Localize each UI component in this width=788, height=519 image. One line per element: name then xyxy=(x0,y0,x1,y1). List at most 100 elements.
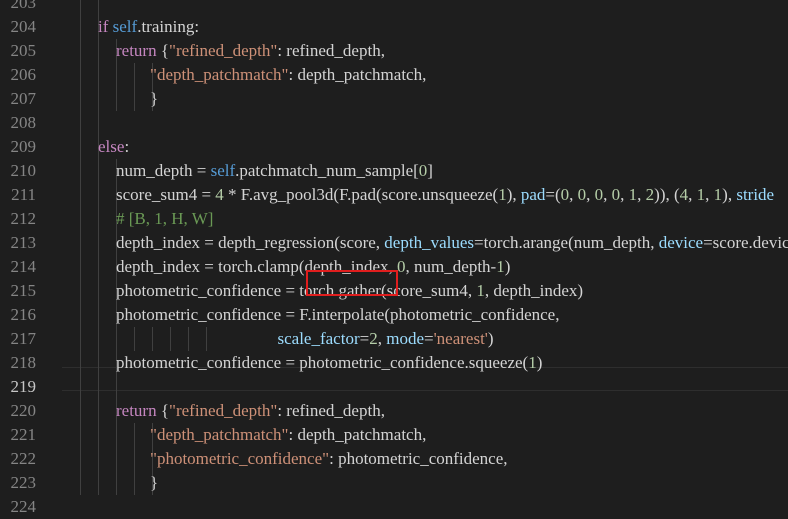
code-token: ) xyxy=(536,353,543,372)
code-token: 1 xyxy=(696,185,706,204)
code-line[interactable]: 220 return {"refined_depth": refined_dept… xyxy=(0,399,788,423)
code-token: : refined_depth, xyxy=(277,401,385,420)
code-token: mode xyxy=(386,329,424,348)
code-line[interactable]: 206 "depth_patchmatch": depth_patchmatch… xyxy=(0,63,788,87)
code-token: # [B, 1, H, W] xyxy=(116,209,214,228)
code-editor[interactable]: 203 204 if self.training: 205 return {"refin… xyxy=(0,0,788,516)
code-token: num_depth = xyxy=(116,161,211,180)
line-number: 212 xyxy=(10,209,37,228)
code-line[interactable]: 203 xyxy=(0,0,788,15)
code-line[interactable]: 210 num_depth = self.patchmatch_num_sampl… xyxy=(0,159,788,183)
code-token: .patchmatch_num_sample[ xyxy=(235,161,419,180)
code-token: : xyxy=(124,137,130,156)
code-line[interactable]: 224 xyxy=(0,495,788,519)
code-token: : refined_depth, xyxy=(277,41,385,60)
code-token: scale_factor xyxy=(277,329,360,348)
indent-guide xyxy=(98,159,99,183)
indent-guide xyxy=(98,207,99,231)
code-token: 0 xyxy=(594,185,604,204)
indent-guide xyxy=(98,327,99,351)
line-number: 223 xyxy=(10,473,37,492)
line-number: 206 xyxy=(10,65,37,84)
code-line[interactable]: 223 } xyxy=(0,471,788,495)
indent-guide xyxy=(80,39,81,63)
code-line[interactable]: 207 } xyxy=(0,87,788,111)
code-text: score_sum4 = 4 * F.avg_pool3d(F.pad(scor… xyxy=(116,183,774,207)
code-text: photometric_confidence = photometric_con… xyxy=(116,351,542,375)
code-text: depth_index = depth_regression(score, de… xyxy=(116,231,788,255)
code-token: 0 xyxy=(418,161,428,180)
code-token: "photometric_confidence" xyxy=(116,449,330,468)
line-number: 213 xyxy=(10,233,37,252)
indent-guide xyxy=(98,255,99,279)
code-line[interactable]: 222 "photometric_confidence": photometri… xyxy=(0,447,788,471)
code-token: } xyxy=(116,473,159,492)
torch-gather-highlight-box xyxy=(306,270,398,296)
code-token: .training: xyxy=(137,17,200,36)
code-line[interactable]: 204 if self.training: xyxy=(0,15,788,39)
code-line[interactable]: 216 photometric_confidence = F.interpolat… xyxy=(0,303,788,327)
code-line[interactable]: 211 score_sum4 = 4 * F.avg_pool3d(F.pad(s… xyxy=(0,183,788,207)
code-line[interactable]: 213 depth_index = depth_regression(score,… xyxy=(0,231,788,255)
code-token: : photometric_confidence, xyxy=(329,449,508,468)
code-token: "depth_patchmatch" xyxy=(116,425,289,444)
code-token: 1 xyxy=(628,185,638,204)
line-number: 224 xyxy=(10,497,37,516)
code-line[interactable]: 221 "depth_patchmatch": depth_patchmatch… xyxy=(0,423,788,447)
code-token: 0 xyxy=(611,185,621,204)
code-token: self xyxy=(112,17,138,36)
code-line[interactable]: 218 photometric_confidence = photometric_… xyxy=(0,351,788,375)
code-text: } xyxy=(116,87,158,111)
code-token: photometric_confidence = F.interpolate(p… xyxy=(116,305,560,324)
code-line[interactable]: 212 # [B, 1, H, W] xyxy=(0,207,788,231)
line-number: 204 xyxy=(10,17,37,36)
code-token: 0 xyxy=(397,257,406,276)
code-token: )), ( xyxy=(654,185,680,204)
code-token: 0 xyxy=(577,185,587,204)
indent-guide xyxy=(98,447,99,471)
code-text: scale_factor=2, mode='nearest') xyxy=(116,327,494,351)
indent-guide xyxy=(80,255,81,279)
indent-guide xyxy=(98,399,99,423)
line-number: 215 xyxy=(10,281,37,300)
line-number: 210 xyxy=(10,161,37,180)
line-number: 208 xyxy=(10,113,37,132)
code-token: score_sum4 = xyxy=(116,185,216,204)
indent-guide xyxy=(98,471,99,495)
code-token: =torch.arange(num_depth, xyxy=(474,233,659,252)
line-number: 203 xyxy=(10,0,37,12)
indent-guide xyxy=(80,159,81,183)
code-token: "refined_depth" xyxy=(169,41,278,60)
code-token: 1 xyxy=(476,281,485,300)
indent-guide xyxy=(80,183,81,207)
line-number: 221 xyxy=(10,425,37,444)
code-line[interactable]: 219 xyxy=(0,375,788,399)
code-token: { xyxy=(160,401,170,420)
code-token: : depth_patchmatch, xyxy=(288,425,427,444)
code-token: 1 xyxy=(713,185,723,204)
code-token: , num_depth- xyxy=(405,257,497,276)
line-number: 222 xyxy=(10,449,37,468)
code-text: "depth_patchmatch": depth_patchmatch, xyxy=(116,423,426,447)
code-token: 2 xyxy=(369,329,378,348)
code-text: "depth_patchmatch": depth_patchmatch, xyxy=(116,63,426,87)
code-line[interactable]: 217 scale_factor=2, mode='nearest') xyxy=(0,327,788,351)
code-token: 0 xyxy=(560,185,570,204)
code-token: stride xyxy=(736,185,775,204)
code-line[interactable]: 205 return {"refined_depth": refined_dept… xyxy=(0,39,788,63)
code-token: , xyxy=(377,329,387,348)
code-token: depth_values xyxy=(384,233,474,252)
code-token: =( xyxy=(545,185,561,204)
indent-guide xyxy=(80,303,81,327)
code-token: return xyxy=(116,401,161,420)
indent-guide xyxy=(98,39,99,63)
code-line[interactable]: 209 else: xyxy=(0,135,788,159)
indent-guide xyxy=(80,231,81,255)
code-token: , xyxy=(688,185,697,204)
indent-guide xyxy=(98,351,99,375)
code-line[interactable]: 208 xyxy=(0,111,788,135)
code-text: # [B, 1, H, W] xyxy=(116,207,213,231)
code-text: num_depth = self.patchmatch_num_sample[0… xyxy=(116,159,433,183)
line-number: 209 xyxy=(10,137,37,156)
